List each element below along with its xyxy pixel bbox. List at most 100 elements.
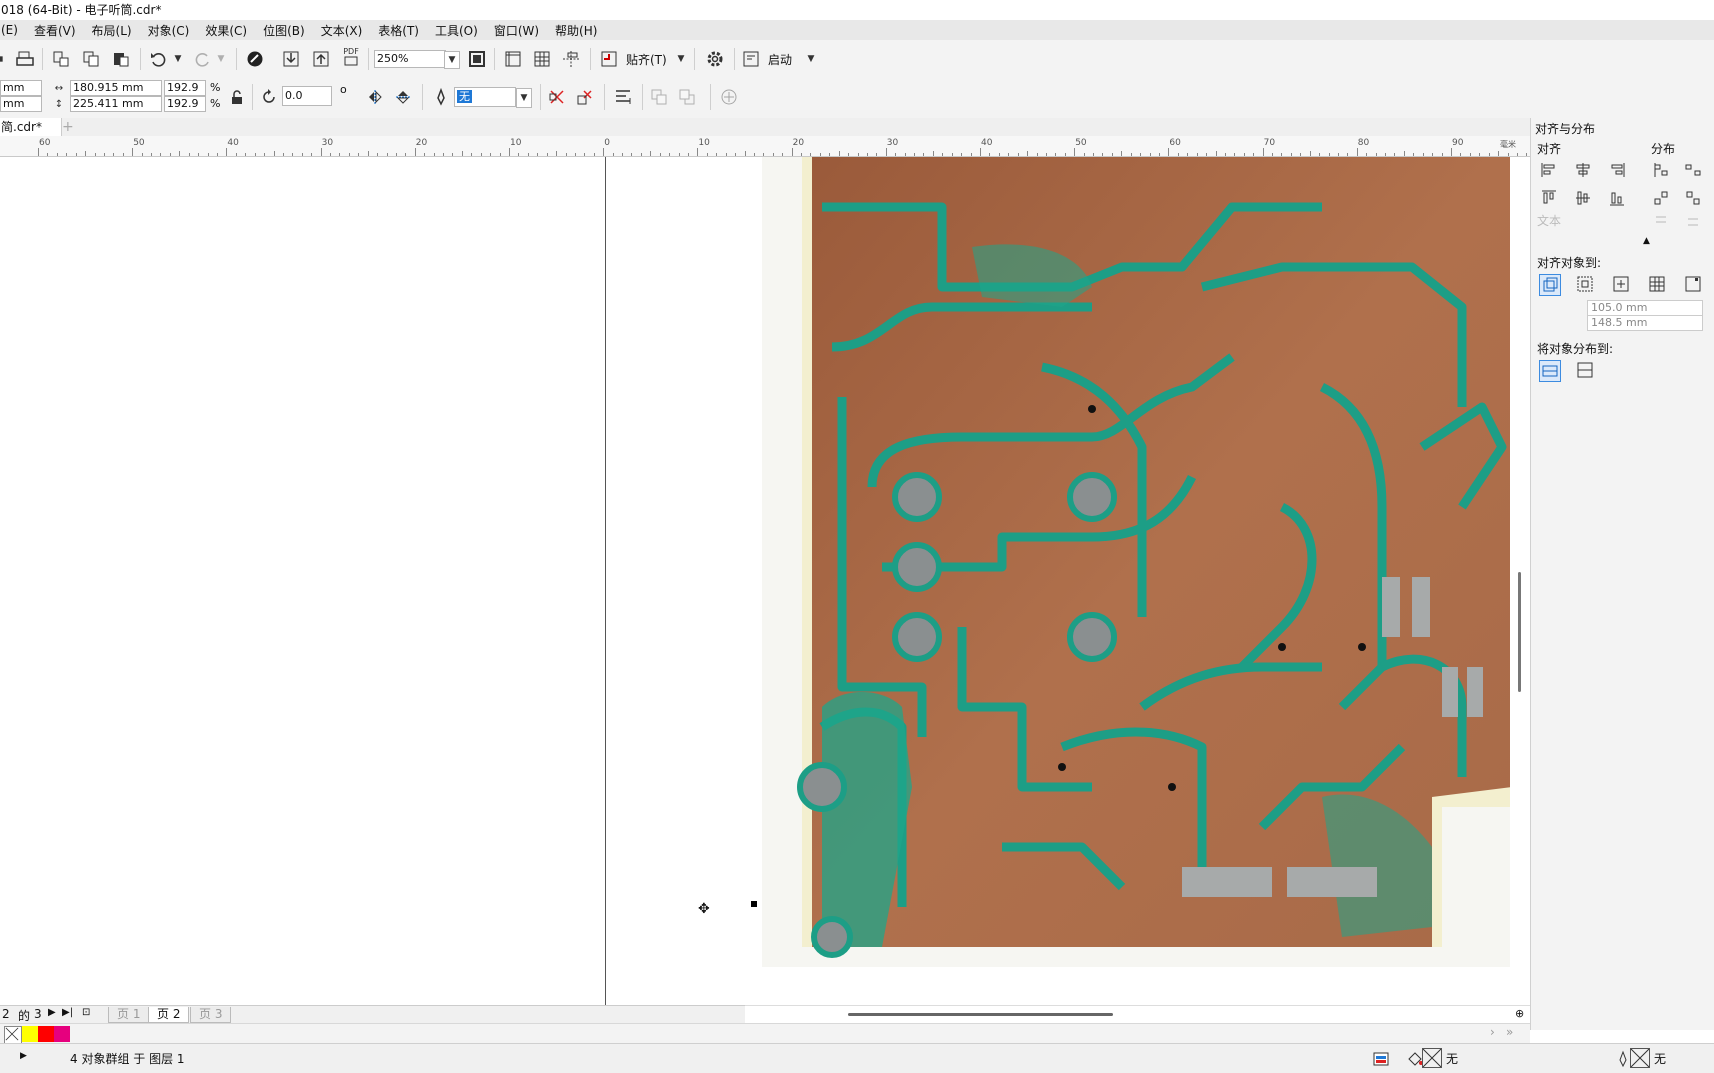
- menu-text[interactable]: 文本(X): [313, 22, 371, 39]
- selection-handle[interactable]: [751, 901, 757, 907]
- ungroup-icon[interactable]: [574, 86, 596, 108]
- position-y-field[interactable]: mm: [0, 96, 42, 112]
- text-align-baseline-icon[interactable]: [1683, 212, 1703, 232]
- distribute-to-page-icon[interactable]: [1575, 360, 1595, 380]
- align-to-active-objects-icon[interactable]: [1539, 274, 1561, 296]
- undo-dropdown-icon[interactable]: ▼: [171, 52, 185, 66]
- align-center-horizontal-icon[interactable]: [1573, 160, 1593, 180]
- menu-bitmaps[interactable]: 位图(B): [255, 22, 313, 39]
- launch-app-icon[interactable]: [740, 48, 762, 70]
- add-circle-icon[interactable]: [718, 86, 740, 108]
- align-to-page-center-icon[interactable]: [1611, 274, 1631, 294]
- align-left-icon[interactable]: [1539, 160, 1559, 180]
- document-tab[interactable]: 简.cdr*: [0, 118, 62, 136]
- object-width-field[interactable]: 180.915 mm: [70, 80, 162, 96]
- horizontal-ruler[interactable]: 60 50 40 30 20 10 0 10 20 30 40 50 60 70 80 90 毫米: [0, 136, 1537, 157]
- outline-width-select[interactable]: 无: [454, 87, 516, 107]
- zoom-dropdown-icon[interactable]: ▼: [444, 51, 460, 69]
- print-icon[interactable]: [14, 48, 36, 70]
- redo-dropdown-icon[interactable]: ▼: [214, 52, 228, 66]
- menu-window[interactable]: 窗口(W): [486, 22, 547, 39]
- scale-y-field[interactable]: 192.9: [164, 96, 206, 112]
- align-to-page-edge-icon[interactable]: [1575, 274, 1595, 294]
- menu-view[interactable]: 查看(V): [26, 22, 84, 39]
- vertical-scrollbar[interactable]: [1510, 157, 1530, 1005]
- launch-dropdown-icon[interactable]: ▼: [804, 52, 818, 66]
- collapse-section-icon[interactable]: ▲: [1643, 236, 1650, 246]
- next-page-icon[interactable]: ▶: [48, 1007, 56, 1018]
- last-page-icon[interactable]: ▶|: [62, 1007, 73, 1018]
- distribute-left-icon[interactable]: [1651, 160, 1671, 180]
- align-right-icon[interactable]: [1607, 160, 1627, 180]
- launch-label[interactable]: 启动: [768, 51, 792, 68]
- zoom-navigator-icon[interactable]: ⊕: [1515, 1007, 1524, 1020]
- align-center-vertical-icon[interactable]: [1573, 188, 1593, 208]
- align-distribute-icon[interactable]: [612, 86, 634, 108]
- menu-object[interactable]: 对象(C): [140, 22, 198, 39]
- align-point-y-field[interactable]: 148.5 mm: [1587, 315, 1703, 331]
- distribute-center-icon[interactable]: [1683, 160, 1703, 180]
- color-proof-icon[interactable]: [1370, 1048, 1392, 1070]
- cut-icon[interactable]: [50, 48, 72, 70]
- horizontal-scrollbar-thumb[interactable]: [848, 1013, 1113, 1016]
- outline-dropdown-icon[interactable]: ▼: [516, 88, 532, 108]
- add-page-icon[interactable]: ⊡: [82, 1007, 90, 1018]
- menu-help[interactable]: 帮助(H): [547, 22, 605, 39]
- vertical-scrollbar-thumb[interactable]: [1518, 572, 1521, 692]
- mirror-vertical-icon[interactable]: [392, 86, 414, 108]
- page-tab-1[interactable]: 页 1: [108, 1007, 150, 1023]
- paste-icon[interactable]: [110, 48, 132, 70]
- copy-icon[interactable]: [80, 48, 102, 70]
- snap-dropdown-icon[interactable]: ▼: [674, 52, 688, 66]
- palette-scroll-right-icon[interactable]: ›: [1490, 1025, 1495, 1039]
- lock-ratio-icon[interactable]: [226, 86, 248, 108]
- scale-x-field[interactable]: 192.9: [164, 80, 206, 96]
- menu-layout[interactable]: 布局(L): [84, 22, 140, 39]
- align-point-x-field[interactable]: 105.0 mm: [1587, 300, 1703, 316]
- distribute-to-selection-icon[interactable]: [1539, 360, 1561, 382]
- full-screen-preview-icon[interactable]: [466, 48, 488, 70]
- red-swatch[interactable]: [38, 1026, 54, 1042]
- import-icon[interactable]: [280, 48, 302, 70]
- search-content-icon[interactable]: [244, 48, 266, 70]
- mirror-horizontal-icon[interactable]: [364, 86, 386, 108]
- no-color-swatch[interactable]: [4, 1026, 22, 1044]
- distribute-bottom-icon[interactable]: [1683, 188, 1703, 208]
- menu-effects[interactable]: 效果(C): [197, 22, 255, 39]
- save-icon[interactable]: [0, 48, 8, 70]
- align-top-icon[interactable]: [1539, 188, 1559, 208]
- export-icon[interactable]: [310, 48, 332, 70]
- pcb-bitmap-image[interactable]: [762, 157, 1510, 967]
- menu-tools[interactable]: 工具(O): [427, 22, 486, 39]
- object-height-field[interactable]: 225.411 mm: [70, 96, 162, 112]
- horizontal-scrollbar[interactable]: ⊕: [745, 1005, 1530, 1024]
- status-expand-icon[interactable]: ▶: [20, 1051, 27, 1061]
- snap-to-label[interactable]: 贴齐(T): [626, 51, 667, 68]
- show-grid-icon[interactable]: [531, 48, 553, 70]
- publish-pdf-icon[interactable]: PDF: [340, 46, 362, 68]
- drawing-canvas[interactable]: ✥: [0, 157, 1510, 1005]
- zoom-level-select[interactable]: 250%: [374, 50, 446, 68]
- rotation-angle-field[interactable]: 0.0: [282, 86, 332, 106]
- yellow-swatch[interactable]: [22, 1026, 38, 1042]
- align-to-grid-icon[interactable]: [1647, 274, 1667, 294]
- text-align-first-line-icon[interactable]: [1651, 212, 1671, 232]
- show-guidelines-icon[interactable]: [560, 48, 582, 70]
- undo-icon[interactable]: [147, 48, 169, 70]
- magenta-swatch[interactable]: [54, 1026, 70, 1042]
- page-tab-2[interactable]: 页 2: [148, 1007, 190, 1023]
- position-x-field[interactable]: mm: [0, 80, 42, 96]
- to-back-icon[interactable]: [676, 86, 698, 108]
- show-rulers-icon[interactable]: [502, 48, 524, 70]
- snap-to-icon[interactable]: [598, 48, 620, 70]
- distribute-top-icon[interactable]: [1651, 188, 1671, 208]
- align-bottom-icon[interactable]: [1607, 188, 1627, 208]
- to-front-icon[interactable]: [648, 86, 670, 108]
- palette-expand-icon[interactable]: »: [1506, 1025, 1513, 1039]
- redo-icon[interactable]: [192, 48, 214, 70]
- align-to-point-icon[interactable]: [1683, 274, 1703, 294]
- break-apart-icon[interactable]: [546, 86, 568, 108]
- new-tab-icon[interactable]: +: [62, 119, 74, 135]
- page-tab-3[interactable]: 页 3: [190, 1007, 232, 1023]
- menu-table[interactable]: 表格(T): [370, 22, 427, 39]
